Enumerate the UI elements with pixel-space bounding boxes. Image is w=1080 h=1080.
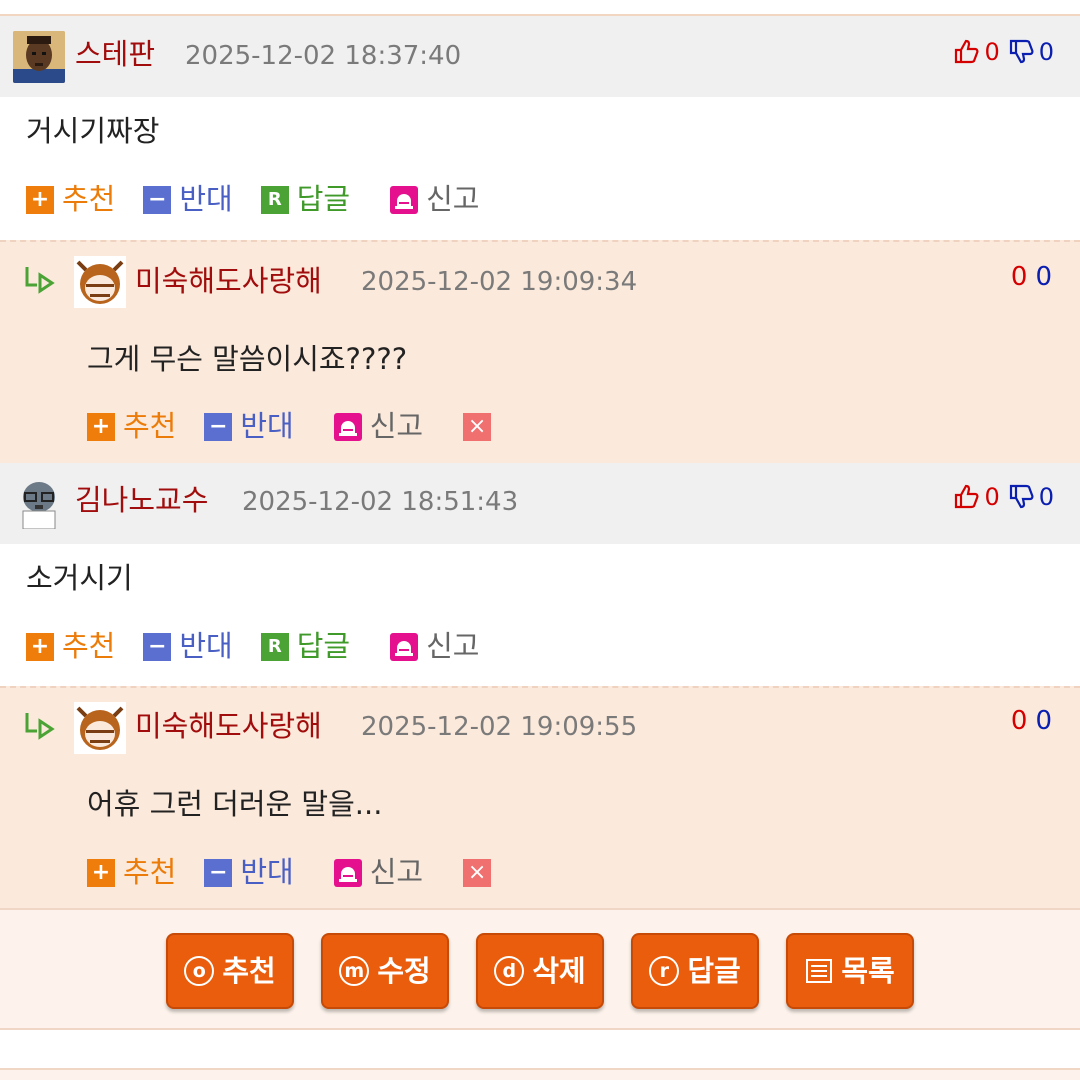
comment-body: 거시기짜장 + 추천 − 반대 R 답글 신고	[0, 97, 1080, 240]
reply-actions: + 추천 − 반대 신고 ×	[87, 412, 527, 441]
oppose-button[interactable]: − 반대	[143, 185, 233, 214]
reply-post-button[interactable]: r 답글	[631, 933, 759, 1009]
close-icon: ×	[463, 858, 492, 887]
reply-arrow-icon	[25, 267, 55, 294]
minus-icon: −	[204, 858, 233, 887]
recommend-button[interactable]: + 추천	[87, 412, 176, 441]
delete-button[interactable]: ×	[463, 858, 499, 887]
delete-post-button[interactable]: d 삭제	[476, 933, 604, 1009]
delete-button[interactable]: ×	[463, 412, 499, 441]
bottom-divider	[0, 1068, 1080, 1080]
reply-actions: + 추천 − 반대 신고 ×	[87, 858, 527, 887]
reply-votes: 00	[1011, 264, 1052, 290]
siren-icon	[390, 185, 419, 214]
reply-date: 2025-12-02 19:09:55	[361, 712, 638, 742]
up-count: 0	[984, 37, 1000, 66]
reply-button[interactable]: R 답글	[260, 632, 350, 661]
plus-icon: +	[26, 632, 54, 661]
thumbs-down-icon[interactable]	[1008, 38, 1035, 65]
reply-author[interactable]: 미숙해도사랑해	[135, 267, 322, 296]
oppose-button[interactable]: − 반대	[143, 632, 233, 661]
comment-text: 소거시기	[26, 561, 133, 595]
reply-r-icon: R	[260, 632, 289, 661]
avatar[interactable]	[74, 256, 126, 308]
oppose-button[interactable]: − 반대	[204, 412, 294, 441]
siren-icon	[390, 632, 419, 661]
thumbs-up-icon[interactable]	[953, 38, 980, 65]
avatar[interactable]	[74, 702, 126, 754]
oppose-button[interactable]: − 반대	[204, 858, 294, 887]
key-m-icon: m	[339, 956, 370, 986]
comment-actions: + 추천 − 반대 R 답글 신고	[26, 185, 508, 214]
comment-date: 2025-12-02 18:51:43	[242, 487, 519, 517]
vote-counts: 0 0	[953, 483, 1054, 510]
up-count: 0	[984, 482, 1000, 511]
plus-icon: +	[87, 412, 115, 441]
report-button[interactable]: 신고	[333, 412, 423, 441]
recommend-button[interactable]: + 추천	[87, 858, 176, 887]
reply-arrow-icon	[25, 713, 55, 740]
down-count: 0	[1035, 706, 1052, 736]
minus-icon: −	[204, 412, 233, 441]
comment-header: 스테판 2025-12-02 18:37:40 0 0	[0, 16, 1080, 97]
bottom-action-bar: o 추천 m 수정 d 삭제 r 답글 목록	[0, 908, 1080, 1030]
reply-author[interactable]: 미숙해도사랑해	[135, 712, 322, 741]
siren-icon	[333, 858, 362, 887]
list-icon	[805, 958, 833, 984]
recommend-button[interactable]: + 추천	[26, 632, 115, 661]
reply-votes: 00	[1011, 708, 1052, 734]
report-button[interactable]: 신고	[333, 858, 423, 887]
reply-comment: 미숙해도사랑해 2025-12-02 19:09:55 00 어휴 그런 더러운…	[0, 686, 1080, 908]
up-count: 0	[1010, 706, 1028, 736]
reply-text: 그게 무슨 말씀이시죠????	[87, 342, 408, 376]
reply-date: 2025-12-02 19:09:34	[361, 267, 638, 297]
thumbs-down-icon[interactable]	[1008, 483, 1035, 510]
key-d-icon: d	[494, 956, 525, 986]
recommend-button[interactable]: + 추천	[26, 185, 115, 214]
down-count: 0	[1038, 37, 1054, 66]
down-count: 0	[1035, 262, 1052, 292]
edit-post-button[interactable]: m 수정	[321, 933, 449, 1009]
key-o-icon: o	[184, 956, 215, 986]
comment-header: 김나노교수 2025-12-02 18:51:43 0 0	[0, 463, 1080, 544]
vote-counts: 0 0	[953, 38, 1054, 65]
comment-actions: + 추천 − 반대 R 답글 신고	[26, 632, 508, 661]
recommend-post-button[interactable]: o 추천	[166, 933, 294, 1009]
comment-author[interactable]: 김나노교수	[75, 486, 208, 515]
thumbs-up-icon[interactable]	[953, 483, 980, 510]
report-button[interactable]: 신고	[390, 185, 480, 214]
avatar[interactable]	[13, 31, 65, 83]
reply-r-icon: R	[260, 185, 289, 214]
plus-icon: +	[26, 185, 54, 214]
down-count: 0	[1038, 482, 1054, 511]
comment-date: 2025-12-02 18:37:40	[185, 41, 462, 71]
comment-text: 거시기짜장	[26, 114, 160, 148]
siren-icon	[333, 412, 362, 441]
close-icon: ×	[463, 412, 492, 441]
comment-body: 소거시기 + 추천 − 반대 R 답글 신고	[0, 544, 1080, 686]
up-count: 0	[1010, 262, 1028, 292]
plus-icon: +	[87, 858, 115, 887]
reply-button[interactable]: R 답글	[260, 185, 350, 214]
list-button[interactable]: 목록	[786, 933, 914, 1009]
minus-icon: −	[143, 185, 172, 214]
comment-author[interactable]: 스테판	[75, 40, 155, 69]
report-button[interactable]: 신고	[390, 632, 480, 661]
reply-comment: 미숙해도사랑해 2025-12-02 19:09:34 00 그게 무슨 말씀이…	[0, 240, 1080, 463]
key-r-icon: r	[649, 956, 680, 986]
avatar[interactable]	[13, 477, 65, 529]
reply-text: 어휴 그런 더러운 말을...	[87, 787, 383, 821]
minus-icon: −	[143, 632, 172, 661]
